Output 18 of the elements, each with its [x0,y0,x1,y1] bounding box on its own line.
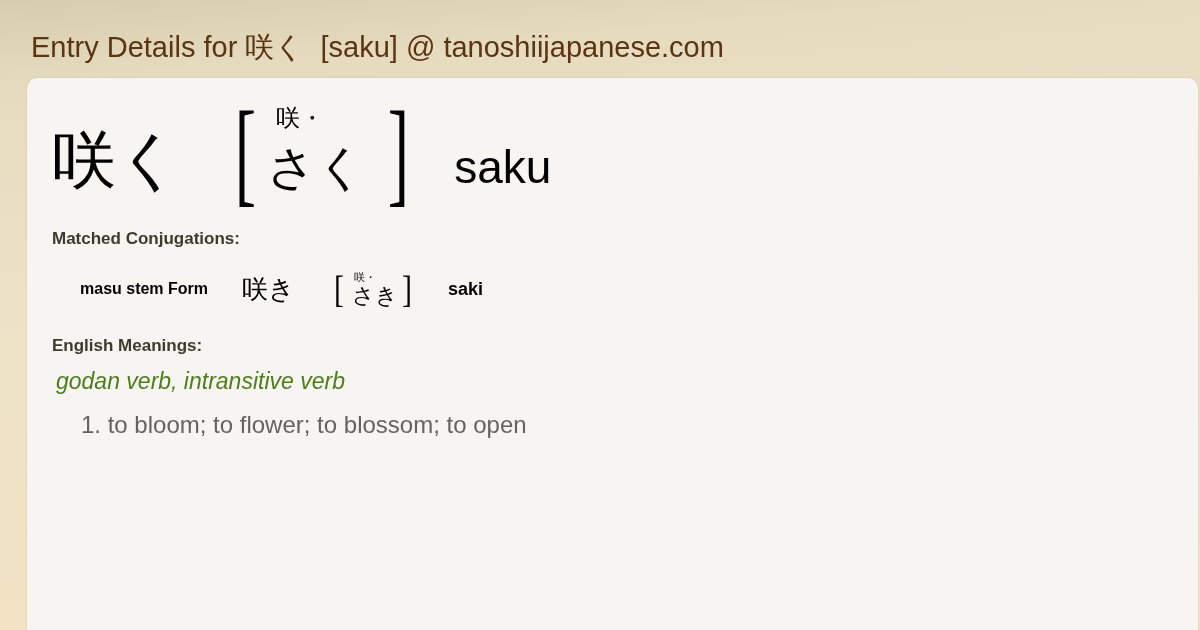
section-heading: Matched Conjugations: [52,230,240,247]
reading-kana: さく [266,143,365,191]
furigana: 咲・ [354,271,377,283]
reading-bracket: ] [402,270,413,308]
conjugation-form: masu stem Form [80,281,209,297]
reading-bracket: [ [234,94,256,210]
romaji: saku [454,144,552,190]
furigana: 咲・ [275,106,324,130]
headword: 咲く [52,128,182,192]
reading-bracket: ] [387,94,409,210]
romaji: saki [448,280,484,298]
part-of-speech: godan verb, intransitive verb [55,370,345,393]
reading-bracket: [ [334,270,345,308]
page-title: Entry Details for 咲く [saku] @ tanoshiijapanese.com [31,32,724,62]
meaning-text: 1. to bloom; to flower; to blossom; to open [80,413,527,437]
reading-kana: さき [352,284,399,307]
section-heading: English Meanings: [52,337,203,354]
conjugated-word: 咲き [242,276,296,302]
